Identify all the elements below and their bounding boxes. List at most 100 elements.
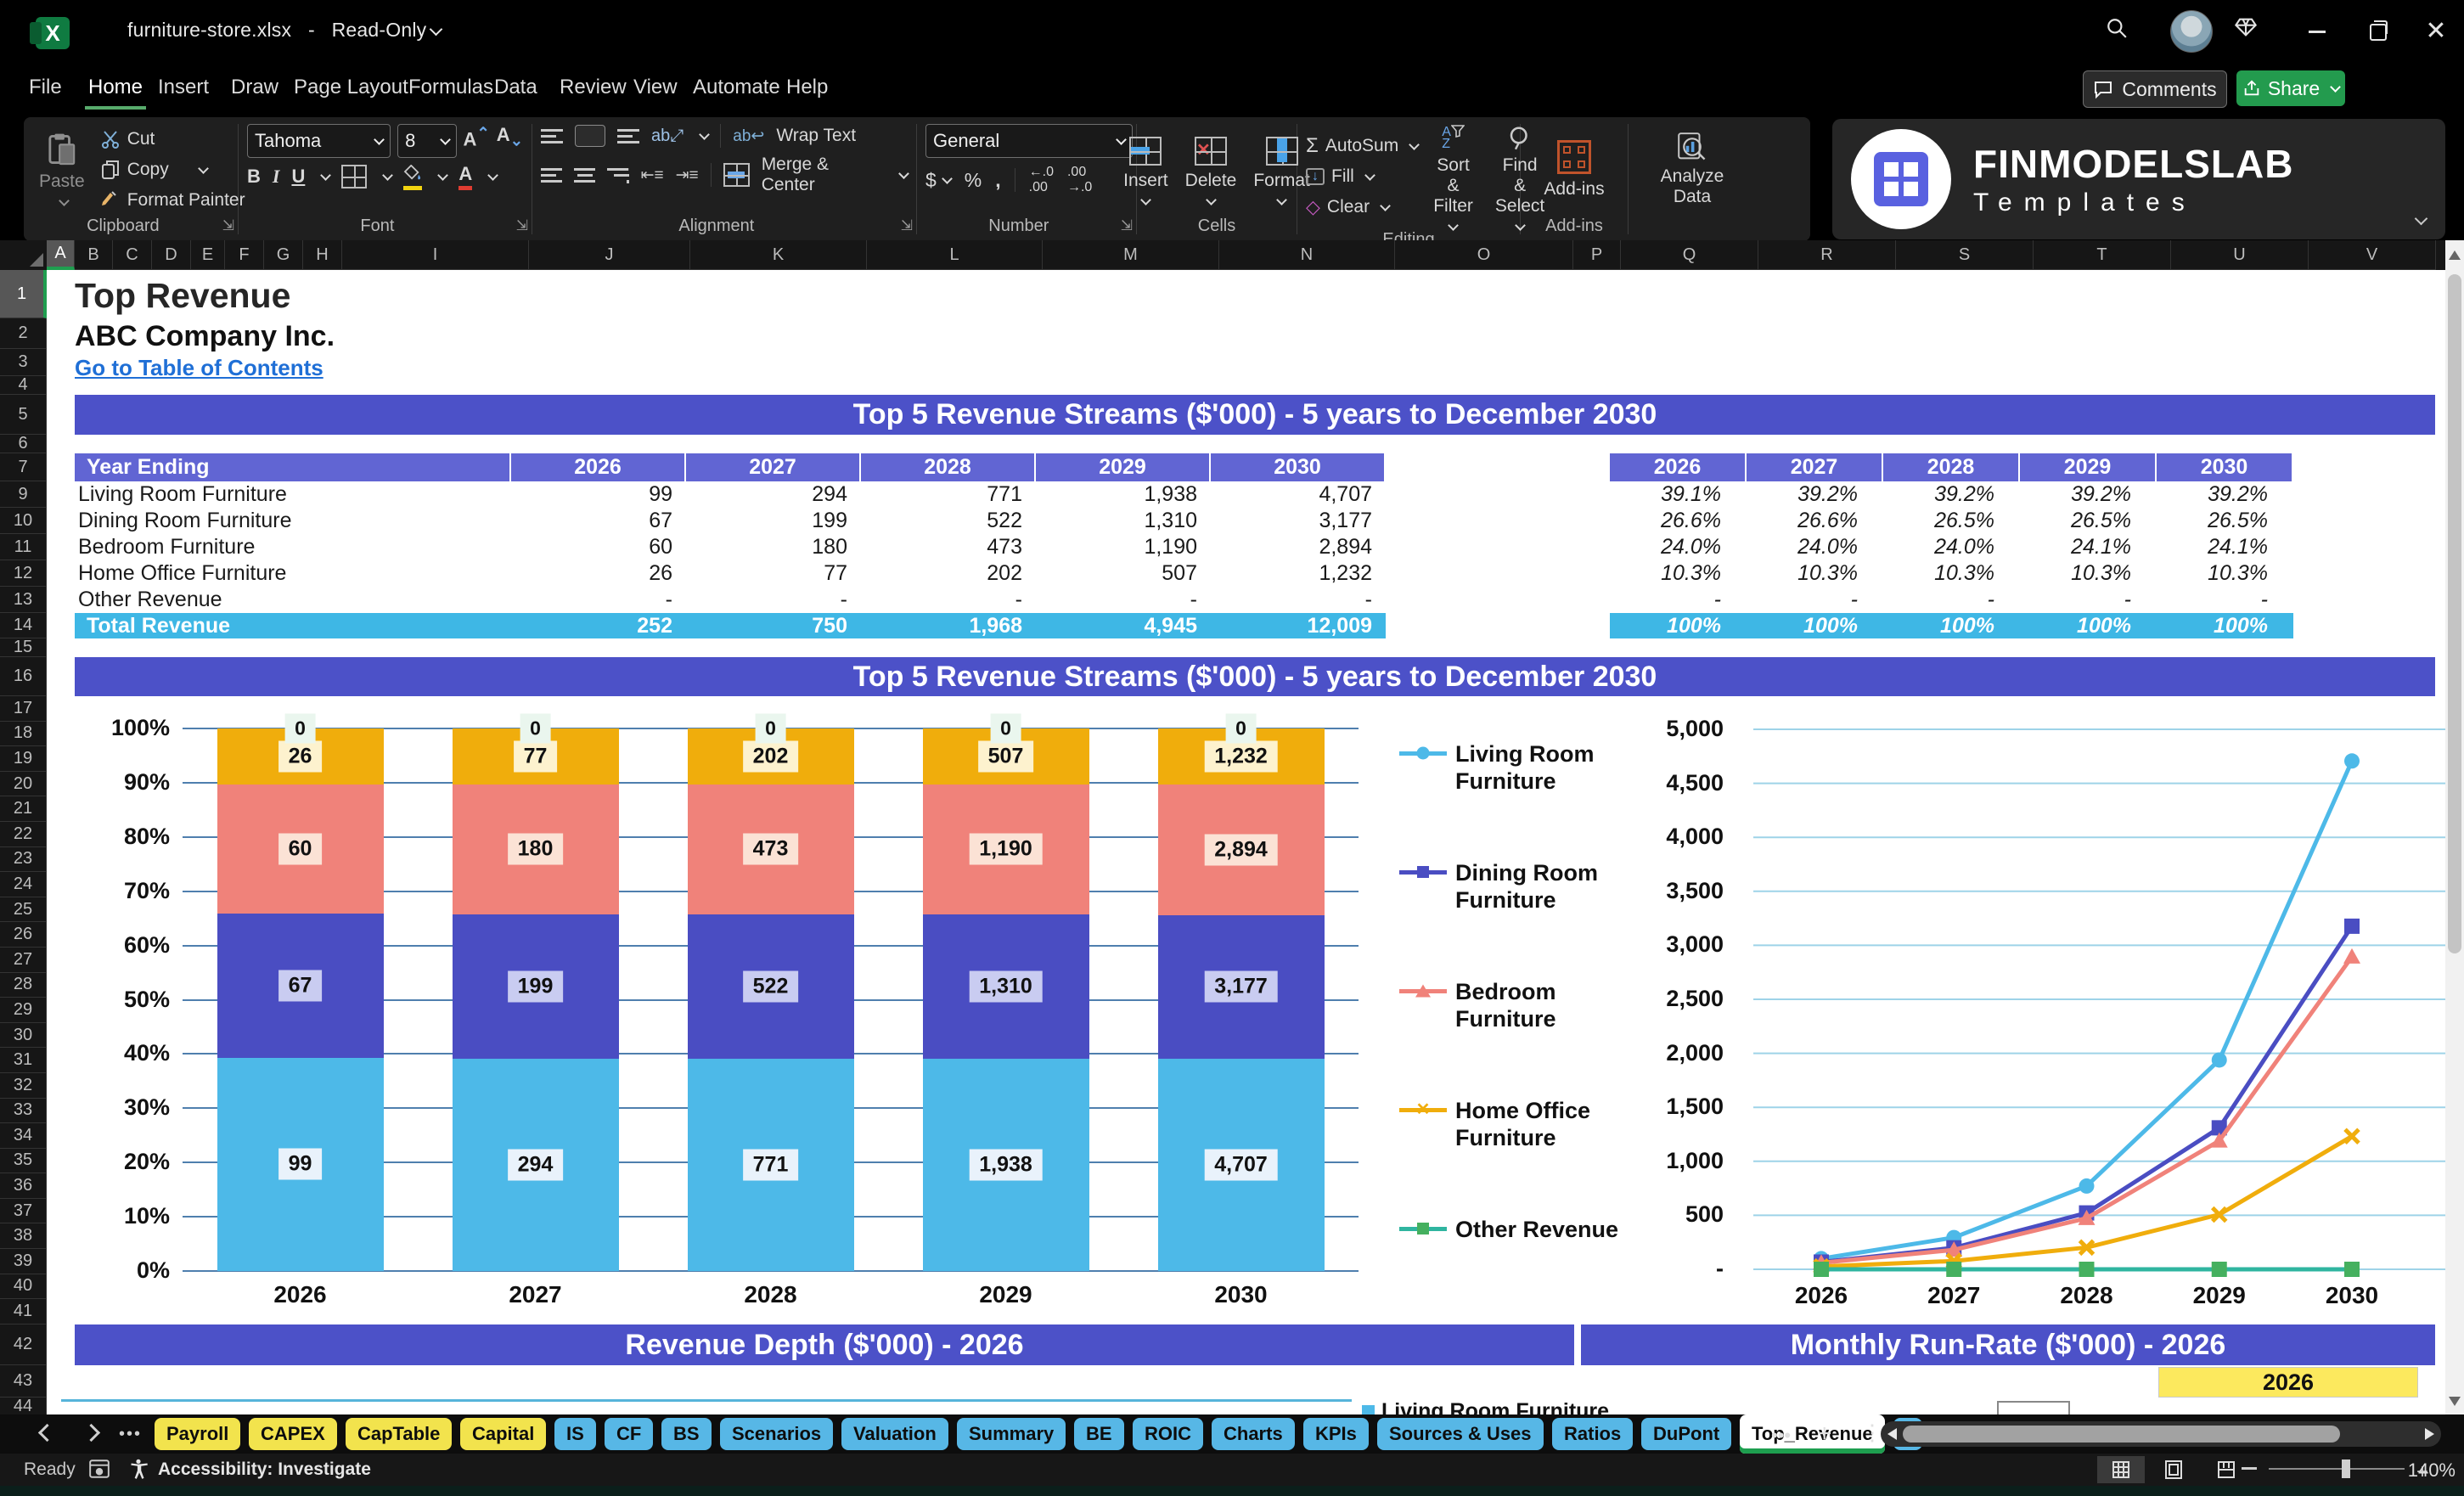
sheet-tab-is[interactable]: IS xyxy=(554,1418,596,1450)
row-header-1[interactable]: 1 xyxy=(0,270,47,318)
row-header-4[interactable]: 4 xyxy=(0,375,47,395)
accessibility-icon[interactable] xyxy=(127,1458,149,1485)
font-group-label[interactable]: Font ⇲ xyxy=(239,216,532,241)
currency-format-icon[interactable]: $ xyxy=(925,169,937,192)
row-header-14[interactable]: 14 xyxy=(0,613,47,638)
sheet-tab-charts[interactable]: Charts xyxy=(1212,1418,1295,1450)
row-header-37[interactable]: 37 xyxy=(0,1198,47,1224)
borders-icon[interactable] xyxy=(341,165,368,188)
sheet-list-dots-icon[interactable]: ••• xyxy=(119,1425,142,1444)
scroll-down-arrow-icon[interactable] xyxy=(2449,1397,2461,1406)
menu-tab-formulas[interactable]: Formulas xyxy=(405,70,497,104)
fill-color-icon[interactable] xyxy=(403,163,423,190)
column-header-V[interactable]: V xyxy=(2309,240,2436,270)
scroll-right-arrow-icon[interactable] xyxy=(2425,1428,2434,1440)
row-header-28[interactable]: 28 xyxy=(0,972,47,998)
decrease-font-icon[interactable]: A⌄ xyxy=(497,124,523,158)
clear-button[interactable]: ◇ Clear xyxy=(1306,194,1418,221)
legend-item-home-office-furniture[interactable]: ✕ Home Office Furniture xyxy=(1399,1097,1654,1152)
row-header-21[interactable]: 21 xyxy=(0,796,47,822)
toc-link[interactable]: Go to Table of Contents xyxy=(75,355,323,381)
row-header-19[interactable]: 19 xyxy=(0,746,47,772)
column-header-B[interactable]: B xyxy=(75,240,113,270)
menu-tab-draw[interactable]: Draw xyxy=(228,70,282,104)
column-header-Q[interactable]: Q xyxy=(1621,240,1758,270)
menu-tab-insert[interactable]: Insert xyxy=(155,70,212,104)
row-header-17[interactable]: 17 xyxy=(0,696,47,722)
row-header-42[interactable]: 42 xyxy=(0,1324,47,1365)
number-format-select[interactable]: General xyxy=(925,124,1133,158)
column-header-T[interactable]: T xyxy=(2034,240,2171,270)
ribbon-collapse-chevron[interactable] xyxy=(2411,211,2428,230)
row-header-39[interactable]: 39 xyxy=(0,1249,47,1274)
row-header-16[interactable]: 16 xyxy=(0,657,47,696)
cut-button[interactable]: Cut xyxy=(100,126,245,153)
row-header-24[interactable]: 24 xyxy=(0,872,47,897)
align-center-icon[interactable] xyxy=(574,166,596,183)
menu-tab-data[interactable]: Data xyxy=(491,70,541,104)
font-size-select[interactable]: 8 xyxy=(397,124,457,158)
column-header-E[interactable]: E xyxy=(191,240,225,270)
column-header-G[interactable]: G xyxy=(264,240,303,270)
add-sheet-button[interactable]: + xyxy=(1817,1420,1832,1448)
column-header-C[interactable]: C xyxy=(113,240,152,270)
sheet-tab-capital[interactable]: Capital xyxy=(460,1418,547,1450)
merge-center-button[interactable]: Merge & Center xyxy=(762,155,884,195)
font-color-icon[interactable]: A xyxy=(458,163,473,190)
column-header-K[interactable]: K xyxy=(690,240,867,270)
row-header-27[interactable]: 27 xyxy=(0,947,47,973)
sheet-tab-bs[interactable]: BS xyxy=(661,1418,712,1450)
sort-filter-button[interactable]: AZ Sort & Filter xyxy=(1426,124,1480,232)
row-header-13[interactable]: 13 xyxy=(0,587,47,613)
wrap-text-button[interactable]: Wrap Text xyxy=(776,126,856,146)
number-group-label[interactable]: Number ⇲ xyxy=(917,216,1136,241)
row-header-43[interactable]: 43 xyxy=(0,1364,47,1398)
row-header-40[interactable]: 40 xyxy=(0,1274,47,1300)
row-header-15[interactable]: 15 xyxy=(0,638,47,657)
row-header-3[interactable]: 3 xyxy=(0,349,47,376)
row-headers[interactable]: 1 2 3 4 5 6 7 9 10 11 12 13 14 15 16 17 18 19 20 21 22 23 24 25… xyxy=(0,270,47,1414)
sheet-tab-kpis[interactable]: KPIs xyxy=(1303,1418,1369,1450)
menu-tab-home[interactable]: Home xyxy=(85,70,147,110)
column-header-U[interactable]: U xyxy=(2171,240,2309,270)
copy-button[interactable]: Copy xyxy=(100,156,245,183)
share-button[interactable]: Share xyxy=(2236,70,2345,106)
user-avatar[interactable] xyxy=(2170,10,2213,53)
horizontal-scroll-thumb[interactable] xyxy=(1903,1426,2340,1443)
delete-cells-button[interactable]: ✕ Delete xyxy=(1179,136,1244,205)
percent-format-icon[interactable]: % xyxy=(965,169,982,192)
sheet-tab-payroll[interactable]: Payroll xyxy=(155,1418,241,1450)
align-top-icon[interactable] xyxy=(541,127,563,144)
orientation-icon[interactable]: ab⤢ xyxy=(651,127,684,146)
sheet-tab-be[interactable]: BE xyxy=(1074,1418,1124,1450)
increase-font-icon[interactable]: A⌃ xyxy=(464,124,490,158)
sheet-tab-captable[interactable]: CapTable xyxy=(346,1418,453,1450)
column-header-I[interactable]: I xyxy=(342,240,529,270)
clipboard-group-label[interactable]: Clipboard ⇲ xyxy=(24,216,238,241)
sheet-tab-capex[interactable]: CAPEX xyxy=(249,1418,337,1450)
row-header-18[interactable]: 18 xyxy=(0,721,47,747)
year-input-cell[interactable]: 2026 xyxy=(2158,1367,2418,1398)
paste-button[interactable]: Paste xyxy=(32,132,92,207)
underline-button[interactable]: U xyxy=(291,166,305,188)
wrap-text-icon[interactable]: ab↩ xyxy=(733,127,764,146)
autosum-button[interactable]: Σ AutoSum xyxy=(1306,132,1420,160)
zoom-out-button[interactable] xyxy=(2242,1467,2257,1470)
align-bottom-icon[interactable] xyxy=(617,127,639,144)
next-sheet-arrow-icon[interactable] xyxy=(82,1423,101,1443)
column-header-H[interactable]: H xyxy=(303,240,342,270)
menu-tab-view[interactable]: View xyxy=(630,70,681,104)
line-chart[interactable] xyxy=(1732,717,2450,1316)
menu-tab-automate[interactable]: Automate xyxy=(689,70,784,104)
column-header-O[interactable]: O xyxy=(1395,240,1573,270)
legend-item-living-room-furniture[interactable]: Living Room Furniture xyxy=(1399,740,1654,796)
italic-button[interactable]: I xyxy=(273,166,280,188)
column-header-D[interactable]: D xyxy=(152,240,191,270)
bold-button[interactable]: B xyxy=(247,166,261,188)
row-header-29[interactable]: 29 xyxy=(0,998,47,1023)
decrease-indent-icon[interactable]: ⇤≡ xyxy=(641,166,664,185)
row-header-7[interactable]: 7 xyxy=(0,453,47,481)
sheet-tab-valuation[interactable]: Valuation xyxy=(841,1418,948,1450)
row-header-6[interactable]: 6 xyxy=(0,434,47,453)
zoom-slider[interactable] xyxy=(2269,1468,2405,1470)
